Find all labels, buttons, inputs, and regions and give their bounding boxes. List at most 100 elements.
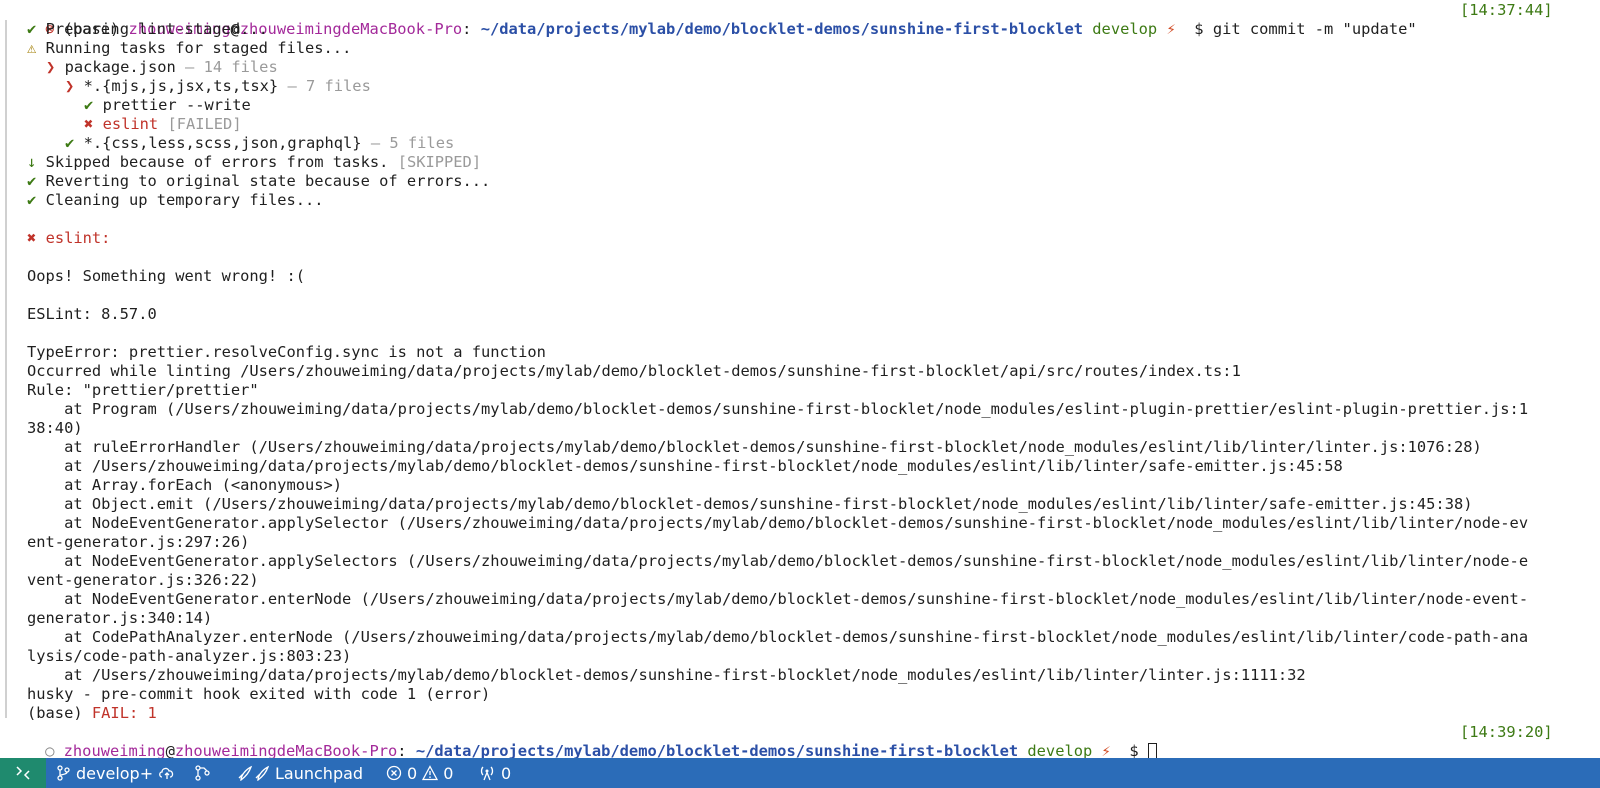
output-line: TypeError: prettier.resolveConfig.sync i… [27, 343, 546, 361]
output-line: at CodePathAnalyzer.enterNode (/Users/zh… [27, 628, 1529, 646]
git-graph-button[interactable] [194, 758, 212, 788]
task-line: ✔ Cleaning up temporary files... [27, 191, 324, 210]
output-line: husky - pre-commit hook exited with code… [27, 685, 491, 703]
prompt-dollar: $ [1129, 742, 1139, 758]
prompt-line-2[interactable]: ○ zhouweiming@zhouweimingdeMacBook-Pro: … [8, 723, 1157, 758]
output-line: 38:40) [27, 419, 83, 437]
cloud-upload-icon [159, 767, 174, 779]
dirty-bolt-icon: ⚡ [1101, 742, 1111, 758]
task-text: Skipped because of errors from tasks. [45, 153, 389, 171]
prompt-host: zhouweimingdeMacBook-Pro [239, 20, 463, 39]
output-line: lysis/code-path-analyzer.js:803:23) [27, 647, 352, 665]
task-text: package.json [64, 58, 176, 76]
task-text: Cleaning up temporary files... [45, 191, 324, 209]
task-count: — 14 files [185, 58, 278, 76]
task-text: Reverting to original state because of e… [45, 172, 491, 190]
task-text: prettier --write [102, 96, 251, 114]
task-line: ✖ eslint [FAILED] [84, 115, 242, 134]
output-line: at NodeEventGenerator.enterNode (/Users/… [27, 590, 1529, 608]
prompt-branch: develop [1027, 742, 1093, 758]
error-count: 0 [407, 763, 418, 783]
ports-count: 0 [501, 763, 512, 783]
output-line: Occurred while linting /Users/zhouweimin… [27, 362, 1241, 380]
warning-icon [422, 765, 439, 781]
task-line: ❯ package.json — 14 files [46, 58, 278, 77]
prompt-host: zhouweimingdeMacBook-Pro [174, 742, 398, 758]
task-line: ✔ prettier --write [84, 96, 251, 115]
conda-env: (base) [27, 704, 83, 722]
remote-icon [16, 766, 30, 780]
prompt-dollar: $ [1194, 20, 1204, 39]
output-line: at Array.forEach (<anonymous>) [27, 476, 343, 494]
output-line: Oops! Something went wrong! :( [27, 267, 305, 285]
fail-status: FAIL: 1 [91, 704, 157, 722]
branch-status[interactable]: develop+ [56, 758, 176, 788]
prompt-path: ~/data/projects/mylab/demo/blocklet-demo… [415, 742, 1019, 758]
output-line: at NodeEventGenerator.applySelector (/Us… [27, 514, 1529, 532]
prompt-time-1: [14:37:44] [1460, 1, 1553, 19]
error-title: eslint: [45, 229, 111, 247]
arrow-down-icon: ↓ [27, 153, 37, 171]
error-icon [386, 765, 402, 781]
warning-count: 0 [443, 763, 454, 783]
task-line: ⚠ Running tasks for staged files... [27, 39, 351, 58]
task-text: Running tasks for staged files... [45, 39, 352, 57]
output-line: at /Users/zhouweiming/data/projects/myla… [27, 457, 1343, 475]
output-line: at Program (/Users/zhouweiming/data/proj… [27, 400, 1529, 418]
cross-icon: ✖ [27, 229, 37, 247]
output-line: vent-generator.js:326:22) [27, 571, 259, 589]
text-cursor[interactable] [1147, 743, 1157, 758]
prompt-branch: develop [1092, 20, 1158, 39]
launchpad-button[interactable]: Launchpad [236, 758, 363, 788]
task-text: Preparing lint-staged... [45, 20, 268, 38]
error-header: ✖ eslint: [27, 229, 110, 248]
output-line: at /Users/zhouweiming/data/projects/myla… [27, 666, 1306, 684]
task-line: ❯ *.{mjs,js,jsx,ts,tsx} — 7 files [65, 77, 371, 96]
task-count: — 7 files [287, 77, 371, 95]
terminal-panel[interactable]: ⊗ (base) zhouweiming@zhouweimingdeMacBoo… [0, 0, 1600, 758]
check-icon: ✔ [27, 191, 37, 209]
status-bar: develop+ Launchpad 0 0 0 [0, 758, 1600, 788]
check-icon: ✔ [65, 134, 75, 152]
output-line: ESLint: 8.57.0 [27, 305, 157, 323]
output-line: ent-generator.js:297:26) [27, 533, 250, 551]
task-text: *.{mjs,js,jsx,ts,tsx} [83, 77, 279, 95]
launchpad-label: Launchpad [275, 763, 364, 783]
chevron-right-icon: ❯ [65, 77, 75, 95]
ports-status[interactable]: 0 [478, 758, 511, 788]
command-idle-icon[interactable]: ○ [45, 742, 54, 758]
fail-line: (base) FAIL: 1 [27, 704, 157, 723]
task-text: *.{css,less,scss,json,graphql} [83, 134, 362, 152]
prompt-at: @ [165, 742, 175, 758]
prompt-time-2: [14:39:20] [1460, 723, 1553, 741]
task-line: ↓ Skipped because of errors from tasks. … [27, 153, 481, 172]
check-icon: ✔ [84, 96, 94, 114]
remote-indicator-button[interactable] [0, 758, 46, 788]
chevron-right-icon: ❯ [46, 58, 56, 76]
output-line: generator.js:340:14) [27, 609, 213, 627]
output-line: at ruleErrorHandler (/Users/zhouweiming/… [27, 438, 1482, 456]
git-compare-icon [195, 765, 210, 781]
prompt-colon: : [397, 742, 407, 758]
branch-name: develop+ [76, 763, 154, 783]
prompt-user: zhouweiming [63, 742, 166, 758]
problems-status[interactable]: 0 0 [386, 758, 453, 788]
prompt-colon: : [462, 20, 472, 39]
broadcast-icon [480, 766, 494, 781]
task-text: eslint [102, 115, 159, 133]
command-block-bar [5, 20, 7, 718]
dirty-bolt-icon: ⚡ [1166, 20, 1176, 39]
warning-icon: ⚠ [27, 39, 37, 57]
task-line: ✔ *.{css,less,scss,json,graphql} — 5 fil… [65, 134, 454, 153]
task-status: [FAILED] [167, 115, 242, 133]
prompt-path: ~/data/projects/mylab/demo/blocklet-demo… [480, 20, 1083, 39]
command-text: git commit -m "update" [1212, 20, 1417, 39]
task-count: — 5 files [370, 134, 455, 152]
output-line: Rule: "prettier/prettier" [27, 381, 259, 399]
output-line: at NodeEventGenerator.applySelectors (/U… [27, 552, 1529, 570]
task-line: ✔ Preparing lint-staged... [27, 20, 268, 39]
task-line: ✔ Reverting to original state because of… [27, 172, 490, 191]
git-branch-icon [57, 765, 70, 781]
task-status: [SKIPPED] [397, 153, 482, 171]
cross-icon: ✖ [84, 115, 94, 133]
